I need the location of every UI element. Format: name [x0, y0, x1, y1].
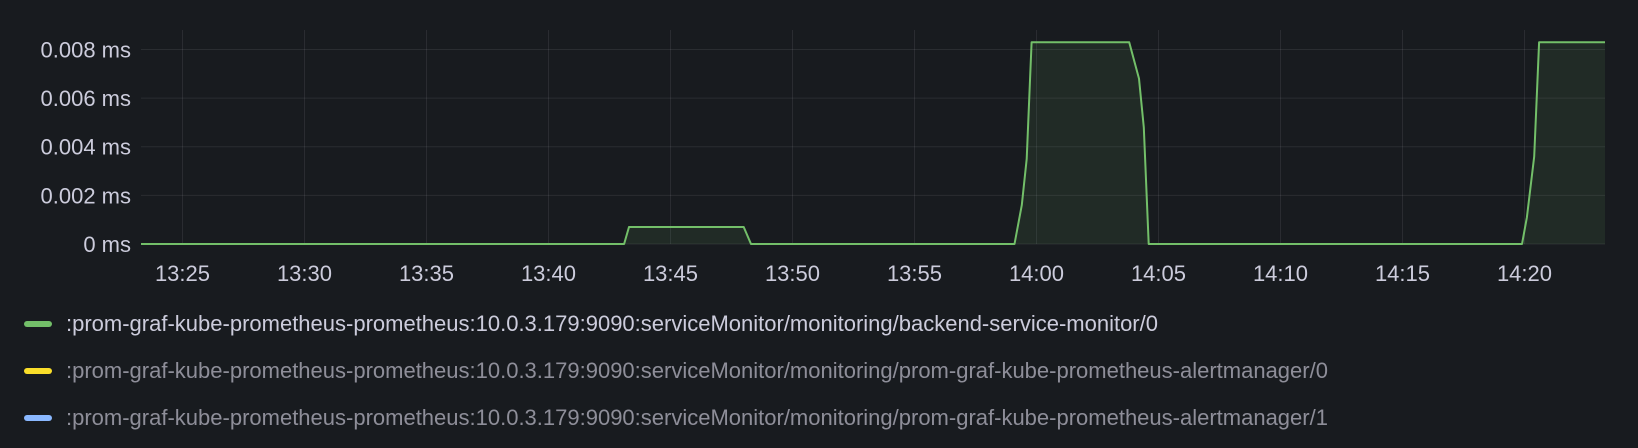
- legend-item-backend-service-monitor[interactable]: :prom-graf-kube-prometheus-prometheus:10…: [24, 300, 1624, 347]
- y-tick-label: 0.006 ms: [41, 86, 132, 111]
- y-tick-label: 0.004 ms: [41, 135, 132, 160]
- series-line-0: [141, 41, 1605, 245]
- x-tick-label: 14:10: [1253, 261, 1308, 286]
- x-tick-label: 13:40: [521, 261, 576, 286]
- legend-label: :prom-graf-kube-prometheus-prometheus:10…: [66, 310, 1158, 336]
- x-tick-label: 13:55: [887, 261, 942, 286]
- y-tick-label: 0.002 ms: [41, 183, 132, 208]
- legend-swatch-green: [24, 320, 52, 327]
- x-tick-label: 14:00: [1009, 261, 1064, 286]
- latency-chart: 0 ms 0.002 ms 0.004 ms 0.006 ms 0.008 ms 13:2…: [0, 0, 1638, 300]
- y-tick-label: 0.008 ms: [41, 37, 132, 62]
- x-tick-label: 14:15: [1375, 261, 1430, 286]
- x-tick-label: 14:05: [1131, 261, 1186, 286]
- x-tick-label: 13:50: [765, 261, 820, 286]
- legend-swatch-yellow: [24, 367, 52, 374]
- x-tick-label: 13:30: [277, 261, 332, 286]
- series-area-0: [141, 42, 1605, 245]
- legend-item-alertmanager-1[interactable]: :prom-graf-kube-prometheus-prometheus:10…: [24, 394, 1624, 441]
- legend-label: :prom-graf-kube-prometheus-prometheus:10…: [66, 357, 1328, 383]
- chart-svg: 0 ms 0.002 ms 0.004 ms 0.006 ms 0.008 ms 13:2…: [41, 30, 1605, 286]
- y-tick-label: 0 ms: [83, 232, 131, 257]
- x-tick-label: 13:45: [643, 261, 698, 286]
- legend-label: :prom-graf-kube-prometheus-prometheus:10…: [66, 404, 1328, 430]
- legend-swatch-blue: [24, 414, 52, 421]
- x-tick-label: 13:25: [155, 261, 210, 286]
- x-tick-label: 14:20: [1497, 261, 1552, 286]
- x-tick-label: 13:35: [399, 261, 454, 286]
- legend-item-alertmanager-0[interactable]: :prom-graf-kube-prometheus-prometheus:10…: [24, 347, 1624, 394]
- chart-legend: :prom-graf-kube-prometheus-prometheus:10…: [24, 300, 1624, 441]
